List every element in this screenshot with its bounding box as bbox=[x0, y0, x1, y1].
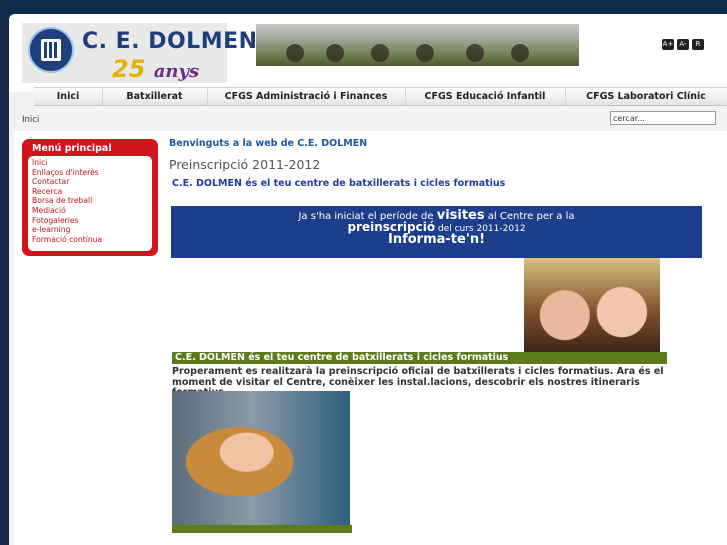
content-area: Menú principal Inici Enllaços d'interès … bbox=[14, 131, 727, 545]
nav-item-inici[interactable]: Inici bbox=[34, 88, 103, 105]
nav-item-cfgs-laboratori-clinic[interactable]: CFGS Laboratori Clínic bbox=[565, 88, 727, 105]
menu-title: Menú principal bbox=[32, 143, 112, 154]
main-menu: Menú principal Inici Enllaços d'interès … bbox=[22, 139, 158, 256]
menu-item-recerca[interactable]: Recerca bbox=[32, 187, 152, 197]
students-photo bbox=[524, 258, 660, 362]
menu-item-inici[interactable]: Inici bbox=[32, 158, 152, 168]
nav-item-batxillerat[interactable]: Batxillerat bbox=[102, 88, 208, 105]
menu-item-fotogaleries[interactable]: Fotogaleries bbox=[32, 216, 152, 226]
menu-item-mediacio[interactable]: Mediació bbox=[32, 206, 152, 216]
site-logo[interactable]: C. E. DOLMEN 25 anys bbox=[22, 23, 257, 83]
font-reset-button[interactable]: R bbox=[692, 39, 704, 50]
nav-item-cfgs-educacio-infantil[interactable]: CFGS Educació Infantil bbox=[405, 88, 566, 105]
header-banner-photo bbox=[256, 24, 579, 66]
photo-caption: C.E. DOLMEN és el teu centre de batxille… bbox=[172, 352, 667, 364]
article-title: Preinscripció 2011-2012 bbox=[169, 157, 321, 172]
menu-item-contactar[interactable]: Contactar bbox=[32, 177, 152, 187]
article-tagline: C.E. DOLMEN és el teu centre de batxille… bbox=[172, 178, 506, 189]
lab-photo-caption-bar bbox=[172, 525, 352, 533]
breadcrumb[interactable]: Inici bbox=[22, 115, 39, 125]
menu-item-borsa-treball[interactable]: Borsa de treball bbox=[32, 196, 152, 206]
promo-cta: Informa-te'n! bbox=[388, 232, 485, 247]
dolmen-seal-icon bbox=[28, 27, 74, 73]
logo-years-word: anys bbox=[153, 61, 200, 82]
lab-student-photo bbox=[172, 391, 350, 527]
page: C. E. DOLMEN 25 anys A+ A- R Inici Batxill… bbox=[9, 14, 727, 545]
logo-anniversary: 25 anys bbox=[112, 55, 199, 83]
main-nav: Inici Batxillerat CFGS Administració i F… bbox=[34, 87, 727, 106]
logo-years: 25 bbox=[112, 55, 146, 83]
welcome-heading: Benvinguts a la web de C.E. DOLMEN bbox=[169, 138, 368, 149]
menu-item-enllacos[interactable]: Enllaços d'interès bbox=[32, 168, 152, 178]
font-increase-button[interactable]: A+ bbox=[662, 39, 674, 50]
nav-item-cfgs-administracio[interactable]: CFGS Administració i Finances bbox=[207, 88, 406, 105]
menu-item-e-learning[interactable]: e-learning bbox=[32, 225, 152, 235]
font-decrease-button[interactable]: A- bbox=[677, 39, 689, 50]
site-header: C. E. DOLMEN 25 anys A+ A- R bbox=[9, 14, 727, 92]
menu-list: Inici Enllaços d'interès Contactar Recer… bbox=[28, 156, 152, 251]
logo-name: C. E. DOLMEN bbox=[82, 29, 258, 54]
font-size-controls: A+ A- R bbox=[662, 31, 707, 50]
preinscription-banner[interactable]: Ja s'ha iniciat el període de visites al… bbox=[171, 206, 702, 258]
menu-item-formacio-continua[interactable]: Formació contínua bbox=[32, 235, 152, 245]
search-input[interactable] bbox=[610, 111, 716, 125]
